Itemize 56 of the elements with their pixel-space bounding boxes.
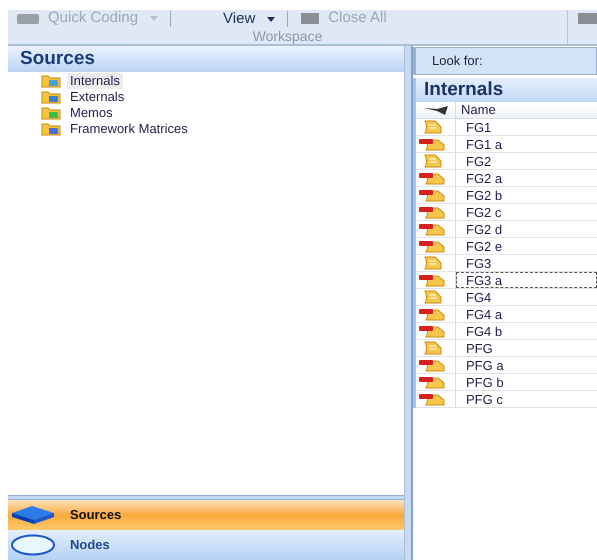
panel-title: Sources	[8, 46, 404, 72]
pdf-document-icon	[418, 171, 446, 185]
list-title: Internals	[413, 78, 597, 102]
list-row[interactable]: PFG b	[456, 374, 597, 390]
list-row[interactable]: PFG	[456, 340, 597, 356]
folder-icon	[41, 90, 61, 104]
document-icon	[422, 154, 444, 168]
tree-item[interactable]: Framework Matrices	[67, 121, 191, 137]
tree-item[interactable]: Internals	[67, 73, 123, 89]
list-row[interactable]: PFG c	[456, 391, 597, 407]
caret-icon	[150, 16, 158, 21]
pdf-document-icon	[418, 358, 446, 372]
pdf-document-icon	[418, 307, 446, 321]
folder-icon	[41, 74, 61, 88]
list-row[interactable]: FG1 a	[456, 136, 597, 152]
pdf-document-icon	[418, 392, 446, 406]
list-row[interactable]: FG1	[456, 119, 597, 135]
list-row[interactable]: FG4	[456, 289, 597, 305]
folder-icon	[41, 122, 61, 136]
pin-icon	[422, 104, 448, 116]
pdf-document-icon	[418, 137, 446, 151]
list-row[interactable]: FG2 d	[456, 221, 597, 237]
list-row[interactable]: FG2 e	[456, 238, 597, 254]
document-icon	[422, 120, 444, 134]
document-icon	[422, 290, 444, 304]
list-row[interactable]: FG4 b	[456, 323, 597, 339]
tree-item[interactable]: Externals	[67, 89, 128, 105]
caret-icon	[267, 17, 276, 22]
list-row[interactable]: FG2 c	[456, 204, 597, 220]
splitter-handle[interactable]	[8, 495, 404, 500]
list-row[interactable]: FG2	[456, 153, 597, 169]
navigation-button[interactable]: Nodes	[8, 530, 404, 560]
pdf-document-icon	[418, 273, 446, 287]
pdf-document-icon	[418, 375, 446, 389]
pdf-document-icon	[418, 324, 446, 338]
document-icon	[422, 341, 444, 355]
splitter-bar[interactable]	[405, 46, 413, 560]
list-row[interactable]: FG3	[456, 255, 597, 271]
list-row[interactable]: PFG a	[456, 357, 597, 373]
cube-icon	[10, 504, 56, 526]
list-row[interactable]: FG2 a	[456, 170, 597, 186]
pdf-document-icon	[418, 222, 446, 236]
list-row[interactable]: FG3 a	[456, 272, 597, 288]
document-icon	[422, 256, 444, 270]
window-icon	[300, 12, 320, 25]
tree-item[interactable]: Memos	[67, 105, 116, 121]
list-row[interactable]: FG4 a	[456, 306, 597, 322]
list-row[interactable]: FG2 b	[456, 187, 597, 203]
ellipse-icon	[10, 534, 56, 556]
pdf-document-icon	[418, 239, 446, 253]
pdf-document-icon	[418, 205, 446, 219]
navigation-button[interactable]: Sources	[8, 500, 404, 530]
folder-icon	[41, 106, 61, 120]
pdf-document-icon	[418, 188, 446, 202]
look-for-label: Look for:	[432, 52, 483, 70]
comment-icon	[16, 12, 40, 24]
